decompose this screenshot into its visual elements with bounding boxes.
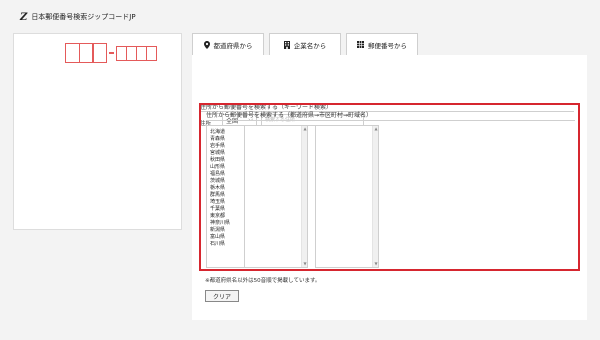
tab-postal-code[interactable]: 郵便番号から	[346, 33, 418, 55]
location-pin-icon	[203, 40, 210, 49]
scroll-up-icon[interactable]: ▲	[302, 126, 307, 132]
tab-prefecture-label: 都道府県から	[213, 41, 253, 50]
grid-icon	[357, 41, 364, 48]
building-icon	[283, 40, 290, 49]
scroll-down-icon[interactable]: ▼	[302, 261, 307, 267]
section-divider	[206, 120, 575, 121]
sort-order-note: ※都道府県名以外は50音順で掲載しています。	[205, 278, 321, 284]
tab-postal-code-label: 郵便番号から	[368, 41, 407, 50]
postal-dash	[109, 52, 115, 54]
tab-company-label: 企業名から	[293, 41, 327, 50]
site-title[interactable]: 日本郵便番号検索ジップコードJP	[31, 12, 135, 22]
site-header: Z 日本郵便番号検索ジップコードJP	[20, 11, 136, 23]
site-logo[interactable]: Z	[20, 12, 27, 23]
clear-button[interactable]: クリア	[205, 290, 239, 302]
postal-code-boxes	[65, 43, 158, 63]
town-listbox[interactable]: ▲ ▼	[315, 125, 379, 268]
postcard-illustration	[13, 33, 182, 230]
postal-box	[146, 45, 158, 61]
tab-company[interactable]: 企業名から	[269, 33, 341, 55]
hierarchy-search-section: 住所から郵便番号を検索する（都道府県→市区町村→町域名） 北海道 青森県 岩手県 宮城…	[199, 103, 580, 271]
search-tabs: 都道府県から 企業名から 郵便番号から	[192, 33, 418, 55]
scrollbar[interactable]: ▲ ▼	[372, 126, 378, 267]
hierarchy-section-title: 住所から郵便番号を検索する（都道府県→市区町村→町域名）	[206, 112, 373, 119]
scrollbar[interactable]: ▲ ▼	[301, 126, 307, 267]
city-listbox[interactable]: ▲ ▼	[244, 125, 308, 268]
tab-prefecture[interactable]: 都道府県から	[192, 33, 264, 55]
postal-box	[92, 43, 108, 63]
scroll-up-icon[interactable]: ▲	[373, 126, 378, 132]
scroll-down-icon[interactable]: ▼	[373, 261, 378, 267]
